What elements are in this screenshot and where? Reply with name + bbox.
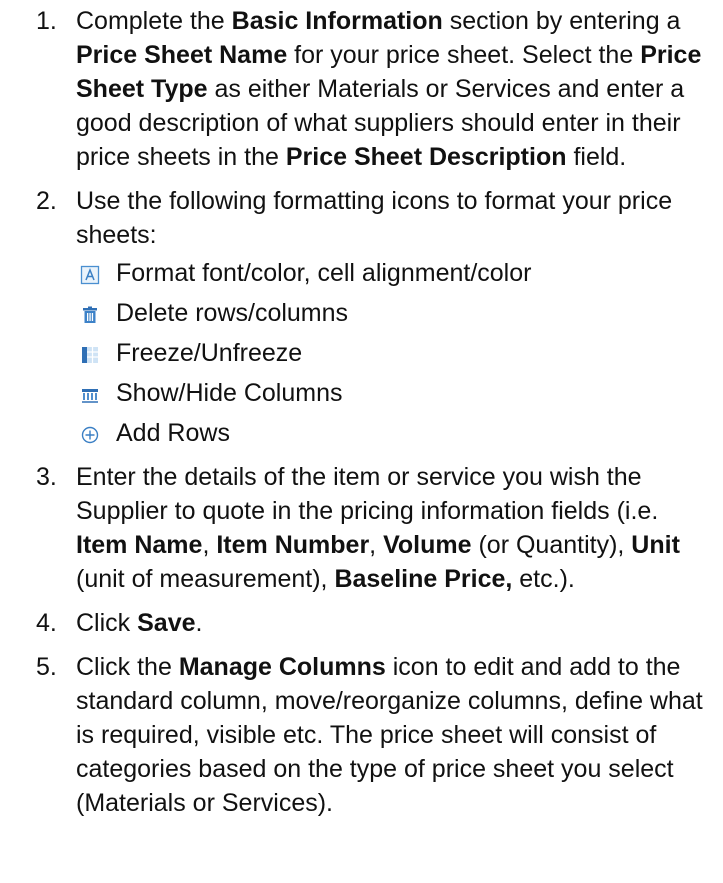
add-circle-icon bbox=[80, 425, 100, 445]
formatting-icon-label: Freeze/Unfreeze bbox=[116, 339, 303, 367]
format-font-icon bbox=[80, 265, 100, 285]
bold-term: Item Number bbox=[216, 531, 370, 559]
formatting-icons-list: Format font/color, cell alignment/color D… bbox=[76, 256, 715, 450]
show-hide-columns-icon bbox=[80, 385, 100, 405]
text-run: Complete the bbox=[76, 7, 232, 35]
formatting-icon-item: Add Rows bbox=[76, 416, 715, 450]
formatting-icon-item: Format font/color, cell alignment/color bbox=[76, 256, 715, 290]
step-number: 2. bbox=[36, 187, 57, 215]
bold-term: Basic Information bbox=[231, 7, 443, 35]
formatting-icon-label: Delete rows/columns bbox=[116, 299, 349, 327]
step-number: 3. bbox=[36, 463, 57, 491]
step-item: 3. Enter the details of the item or servi… bbox=[36, 460, 715, 596]
bold-term: Price Sheet Description bbox=[285, 143, 567, 171]
bold-term: Volume bbox=[383, 531, 472, 559]
text-run: Click bbox=[76, 609, 138, 637]
step-item: 1. Complete the Basic Information section… bbox=[36, 4, 715, 174]
formatting-icon-label: Format font/color, cell alignment/color bbox=[116, 259, 532, 287]
trash-icon bbox=[80, 305, 100, 325]
text-run: section by entering a bbox=[442, 7, 681, 35]
formatting-icon-label: Show/Hide Columns bbox=[116, 379, 343, 407]
text-run: , bbox=[369, 531, 384, 559]
step-number: 5. bbox=[36, 653, 57, 681]
step-text: Enter the details of the item or service… bbox=[76, 463, 680, 593]
bold-term: Manage Columns bbox=[178, 653, 386, 681]
formatting-icon-item: Freeze/Unfreeze bbox=[76, 336, 715, 370]
step-text: Use the following formatting icons to fo… bbox=[76, 187, 672, 249]
step-text: Click the Manage Columns icon to edit an… bbox=[76, 653, 703, 817]
bold-term: Save bbox=[137, 609, 196, 637]
formatting-icon-item: Delete rows/columns bbox=[76, 296, 715, 330]
step-number: 1. bbox=[36, 7, 57, 35]
bold-term: Unit bbox=[631, 531, 680, 559]
formatting-icon-label: Add Rows bbox=[116, 419, 230, 447]
instructions-document: 1. Complete the Basic Information section… bbox=[0, 0, 723, 820]
text-run: (or Quantity), bbox=[471, 531, 632, 559]
formatting-icon-item: Show/Hide Columns bbox=[76, 376, 715, 410]
text-run: field. bbox=[566, 143, 627, 171]
bold-term: Baseline Price, bbox=[334, 565, 513, 593]
step-item: 2. Use the following formatting icons to … bbox=[36, 184, 715, 450]
text-run: etc.). bbox=[512, 565, 575, 593]
text-run: (unit of measurement), bbox=[76, 565, 335, 593]
text-run: Use the following formatting icons to fo… bbox=[76, 187, 673, 249]
text-run: , bbox=[202, 531, 217, 559]
step-text: Complete the Basic Information section b… bbox=[76, 7, 701, 171]
step-text: Click Save. bbox=[76, 609, 202, 637]
step-item: 4. Click Save. bbox=[36, 606, 715, 640]
step-number: 4. bbox=[36, 609, 57, 637]
step-item: 5. Click the Manage Columns icon to edit … bbox=[36, 650, 715, 820]
bold-term: Item Name bbox=[76, 531, 203, 559]
text-run: Enter the details of the item or service… bbox=[76, 463, 659, 525]
text-run: . bbox=[195, 609, 203, 637]
steps-list: 1. Complete the Basic Information section… bbox=[36, 4, 715, 820]
freeze-icon bbox=[80, 345, 100, 365]
bold-term: Price Sheet Name bbox=[76, 41, 288, 69]
text-run: Click the bbox=[76, 653, 179, 681]
text-run: for your price sheet. Select the bbox=[287, 41, 641, 69]
